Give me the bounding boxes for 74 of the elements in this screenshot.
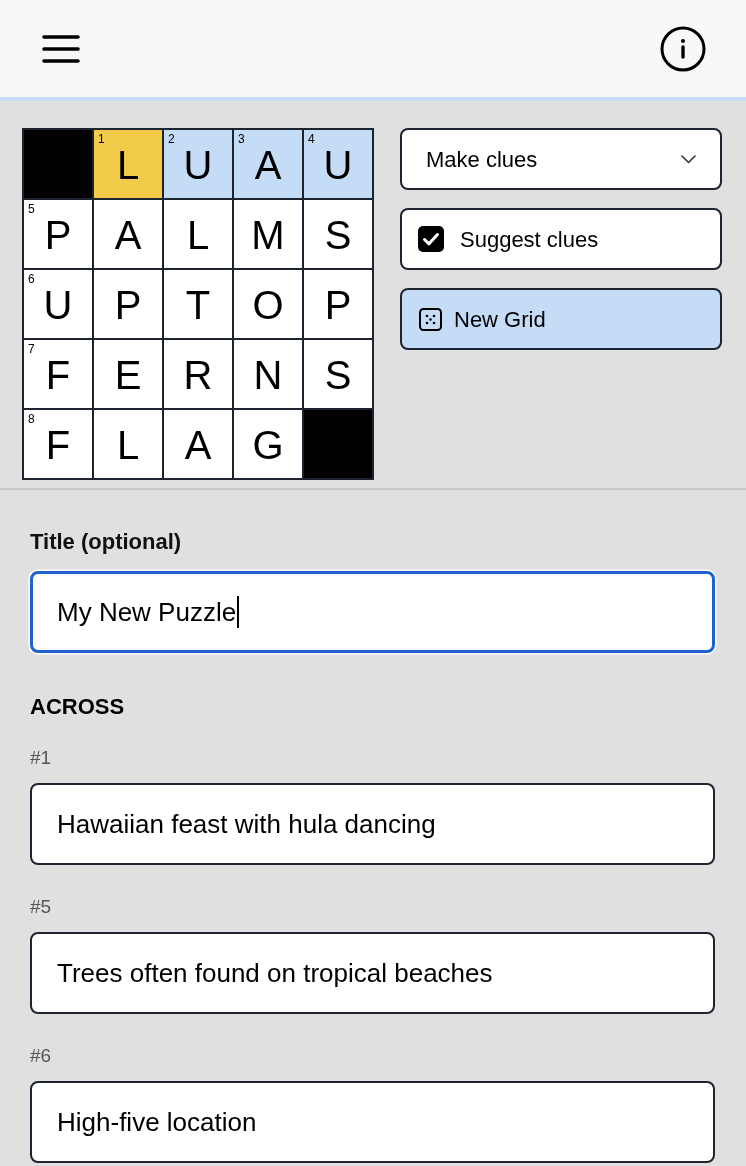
cell-letter: M [251, 213, 285, 257]
cell-letter: O [252, 283, 284, 327]
grid-cell[interactable]: 1 L [94, 130, 162, 198]
grid-cell[interactable]: E [94, 340, 162, 408]
clue-number: 2 [168, 133, 175, 145]
grid-cell[interactable]: 8 F [24, 410, 92, 478]
grid-cell[interactable]: 5 P [24, 200, 92, 268]
text-cursor-icon [237, 596, 240, 628]
cell-letter: A [254, 143, 282, 187]
cell-letter: E [114, 353, 142, 397]
grid-cell[interactable]: M [234, 200, 302, 268]
clue-input[interactable]: High-five location [30, 1081, 715, 1163]
clue-number: 6 [28, 273, 35, 285]
checkbox[interactable] [418, 226, 444, 252]
clue-label: #6 [30, 1044, 53, 1068]
grid-cell[interactable]: 7 F [24, 340, 92, 408]
clue-label: #5 [30, 895, 53, 919]
cell-letter: U [43, 283, 73, 327]
grid-cell[interactable]: S [304, 200, 372, 268]
cell-letter: L [116, 143, 140, 187]
suggest-clues-toggle[interactable]: Suggest clues [400, 208, 722, 270]
grid-cell[interactable]: N [234, 340, 302, 408]
cell-letter: F [45, 423, 71, 467]
clue-number: 3 [238, 133, 245, 145]
cell-letter: P [44, 213, 72, 257]
grid-cell[interactable]: P [94, 270, 162, 338]
grid-cell[interactable]: T [164, 270, 232, 338]
block-cell[interactable] [304, 410, 372, 478]
grid-cell[interactable]: L [94, 410, 162, 478]
cell-letter: G [252, 423, 284, 467]
clue-number: 5 [28, 203, 35, 215]
cell-letter: U [323, 143, 353, 187]
grid-cell[interactable]: 6 U [24, 270, 92, 338]
grid-cell[interactable]: G [234, 410, 302, 478]
grid-cell[interactable]: P [304, 270, 372, 338]
chevron-down-icon [681, 154, 696, 164]
cell-letter: A [184, 423, 212, 467]
cell-letter: P [114, 283, 142, 327]
grid-cell[interactable]: L [164, 200, 232, 268]
grid-cell[interactable]: O [234, 270, 302, 338]
cell-letter: A [114, 213, 142, 257]
clue-number: 8 [28, 413, 35, 425]
cell-letter: T [185, 283, 211, 327]
clue-number: 7 [28, 343, 35, 355]
cell-letter: L [116, 423, 140, 467]
grid-cell[interactable]: R [164, 340, 232, 408]
mode-dropdown[interactable]: Make clues [400, 128, 722, 190]
grid-cell[interactable]: A [94, 200, 162, 268]
cell-letter: U [183, 143, 213, 187]
title-label: Title (optional) [30, 529, 183, 555]
grid-cell[interactable]: 4 U [304, 130, 372, 198]
cell-letter: F [45, 353, 71, 397]
clue-label: #1 [30, 746, 53, 770]
new-grid-button[interactable]: New Grid [400, 288, 722, 350]
clue-input[interactable]: Trees often found on tropical beaches [30, 932, 715, 1014]
info-icon[interactable] [660, 25, 706, 72]
cell-letter: S [324, 213, 352, 257]
cell-letter: L [186, 213, 210, 257]
grid-cell[interactable]: A [164, 410, 232, 478]
cell-letter: P [324, 283, 352, 327]
dice-icon [419, 307, 442, 331]
clue-number: 1 [98, 133, 105, 145]
grid-cell[interactable]: 2 U [164, 130, 232, 198]
cell-letter: R [183, 353, 213, 397]
clue-input[interactable]: Hawaiian feast with hula dancing [30, 783, 715, 865]
cell-letter: S [324, 353, 352, 397]
cell-letter: N [253, 353, 283, 397]
block-cell[interactable] [24, 130, 92, 198]
menu-icon[interactable] [42, 34, 80, 63]
clue-number: 4 [308, 133, 315, 145]
grid-cell[interactable]: 3 A [234, 130, 302, 198]
grid-cell[interactable]: S [304, 340, 372, 408]
across-heading: ACROSS [30, 694, 126, 720]
title-input[interactable]: My New Puzzle [30, 571, 715, 653]
